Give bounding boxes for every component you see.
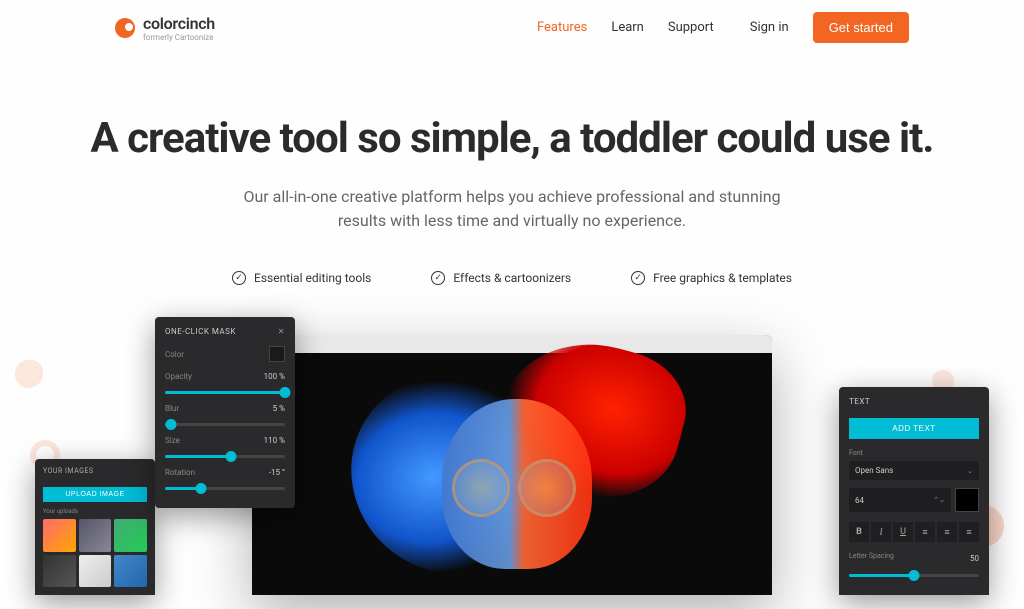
size-slider[interactable] <box>165 455 285 458</box>
font-size-input[interactable]: 64 ⌃⌄ <box>849 488 951 512</box>
hero-subtitle: Our all-in-one creative platform helps y… <box>232 185 792 233</box>
stepper-icon: ⌃⌄ <box>933 496 945 504</box>
mask-size-value: 110 % <box>264 436 285 445</box>
logo-icon <box>115 18 135 38</box>
font-size-value: 64 <box>855 496 864 505</box>
mask-blur-value: 5 % <box>273 404 285 413</box>
check-icon <box>631 271 645 285</box>
check-icon <box>431 271 445 285</box>
logo[interactable]: colorcinch formerly Cartoonize <box>115 14 215 42</box>
image-thumbnail[interactable] <box>79 519 112 552</box>
blur-slider[interactable] <box>165 423 285 426</box>
text-color-swatch[interactable] <box>955 488 979 512</box>
color-swatch[interactable] <box>269 346 285 362</box>
chevron-down-icon: ⌄ <box>967 467 973 475</box>
feature-item: Essential editing tools <box>232 271 371 285</box>
text-panel-title: TEXT <box>849 397 979 406</box>
mask-size-label: Size <box>165 436 180 445</box>
text-panel: TEXT ADD TEXT Font Open Sans ⌄ 64 ⌃⌄ B I… <box>839 387 989 595</box>
feature-label: Effects & cartoonizers <box>453 271 571 285</box>
uploads-label: Your uploads <box>43 508 147 515</box>
nav-features[interactable]: Features <box>537 20 587 35</box>
images-panel: YOUR IMAGES UPLOAD IMAGE Your uploads <box>35 459 155 595</box>
font-select[interactable]: Open Sans ⌄ <box>849 461 979 480</box>
site-header: colorcinch formerly Cartoonize Features … <box>0 0 1024 55</box>
images-panel-title: YOUR IMAGES <box>43 467 147 475</box>
hero-section: A creative tool so simple, a toddler cou… <box>0 115 1024 285</box>
align-center-button[interactable]: ≡ <box>937 522 957 542</box>
brand-name: colorcinch <box>143 14 215 33</box>
nav-signin[interactable]: Sign in <box>750 20 789 35</box>
mask-opacity-value: 100 % <box>264 372 285 381</box>
get-started-button[interactable]: Get started <box>813 12 909 43</box>
mask-blur-label: Blur <box>165 404 179 413</box>
editor-canvas-window <box>252 335 772 595</box>
italic-button[interactable]: I <box>871 522 891 542</box>
mask-color-label: Color <box>165 350 184 359</box>
opacity-slider[interactable] <box>165 391 285 394</box>
align-left-button[interactable]: ≡ <box>915 522 935 542</box>
canvas[interactable] <box>252 353 772 595</box>
mask-panel: ONE-CLICK MASK ✕ Color Opacity 100 % Blur… <box>155 317 295 508</box>
feature-item: Free graphics & templates <box>631 271 792 285</box>
mask-rotation-value: -15 ° <box>269 468 285 477</box>
letter-spacing-slider[interactable] <box>849 574 979 577</box>
check-icon <box>232 271 246 285</box>
letter-spacing-label: Letter Spacing <box>849 552 894 560</box>
upload-image-button[interactable]: UPLOAD IMAGE <box>43 487 147 502</box>
add-text-button[interactable]: ADD TEXT <box>849 418 979 439</box>
font-label: Font <box>849 449 979 457</box>
mask-opacity-label: Opacity <box>165 372 192 381</box>
feature-list: Essential editing tools Effects & cartoo… <box>60 271 964 285</box>
rotation-slider[interactable] <box>165 487 285 490</box>
image-thumbnail[interactable] <box>43 555 76 588</box>
feature-label: Free graphics & templates <box>653 271 792 285</box>
align-right-button[interactable]: ≡ <box>959 522 979 542</box>
mask-panel-title: ONE-CLICK MASK <box>165 327 236 336</box>
image-thumbnail[interactable] <box>114 555 147 588</box>
editor-preview: ONE-CLICK MASK ✕ Color Opacity100 % Blur… <box>0 335 1024 595</box>
image-thumbnail[interactable] <box>79 555 112 588</box>
image-thumbnail[interactable] <box>43 519 76 552</box>
letter-spacing-value: 50 <box>970 554 979 563</box>
close-icon[interactable]: ✕ <box>278 327 285 336</box>
brand-subtitle: formerly Cartoonize <box>143 33 215 42</box>
thumbnail-grid <box>43 519 147 587</box>
font-value: Open Sans <box>855 466 893 475</box>
image-thumbnail[interactable] <box>114 519 147 552</box>
nav-learn[interactable]: Learn <box>611 20 644 35</box>
feature-item: Effects & cartoonizers <box>431 271 571 285</box>
portrait-artwork <box>322 344 702 595</box>
underline-button[interactable]: U <box>893 522 913 542</box>
feature-label: Essential editing tools <box>254 271 371 285</box>
hero-title: A creative tool so simple, a toddler cou… <box>60 115 964 163</box>
mask-rotation-label: Rotation <box>165 468 195 477</box>
nav-support[interactable]: Support <box>668 20 714 35</box>
main-nav: Features Learn Support Sign in Get start… <box>537 12 909 43</box>
bold-button[interactable]: B <box>849 522 869 542</box>
